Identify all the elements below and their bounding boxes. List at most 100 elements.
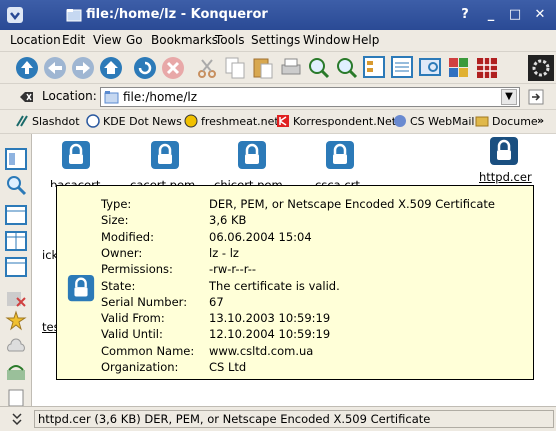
tooltip-label: Size: <box>101 213 129 228</box>
bookmark-star-icon[interactable] <box>5 310 27 332</box>
certificate-icon <box>67 274 95 302</box>
menu-view[interactable]: View <box>93 33 121 47</box>
folder-icon <box>66 9 82 22</box>
minimize-button[interactable]: _ <box>482 6 500 24</box>
menu-bookmarks[interactable]: Bookmarks <box>151 33 218 47</box>
tooltip-value: www.csltd.com.ua <box>209 343 314 358</box>
throbber-icon <box>528 55 554 81</box>
tooltip-label: Organization: <box>101 360 179 374</box>
bookmarks-overflow-icon[interactable]: » <box>537 114 544 127</box>
maximize-button[interactable]: □ <box>506 6 524 24</box>
korrespondent-icon <box>277 115 289 127</box>
preview-icon[interactable] <box>418 55 444 81</box>
bookmark-label: CS WebMail <box>410 115 475 128</box>
bookmark-korrespondent[interactable]: Korrespondent.Net <box>276 114 396 128</box>
copy-icon[interactable] <box>222 55 248 81</box>
navigation-sidebar <box>0 134 32 408</box>
certificate-icon[interactable] <box>237 140 267 172</box>
tooltip-value: DER, PEM, or Netscape Encoded X.509 Cert… <box>209 197 495 211</box>
title-bar[interactable]: file:/home/lz - Konqueror ? _ □ ✕ <box>0 0 556 30</box>
tooltip-value: CS Ltd <box>209 360 247 374</box>
certificate-icon[interactable] <box>150 140 180 172</box>
menu-settings[interactable]: Settings <box>251 33 300 47</box>
split-horizontal-icon[interactable] <box>5 256 27 278</box>
reload-icon[interactable] <box>132 55 158 81</box>
zoom-out-icon[interactable] <box>334 55 360 81</box>
file-info-tooltip: Type: DER, PEM, or Netscape Encoded X.509… <box>56 185 534 380</box>
tooltip-value: 06.06.2004 15:04 <box>209 229 312 244</box>
certificate-icon-selected[interactable] <box>489 136 519 168</box>
bookmark-cs-webmail[interactable]: CS WebMail <box>393 114 475 128</box>
go-icon[interactable] <box>528 89 544 105</box>
tooltip-label: Valid Until: <box>101 327 163 342</box>
tooltip-value: lz - lz <box>209 245 239 260</box>
stop-icon[interactable] <box>160 55 186 81</box>
tooltip-value: 67 <box>209 294 224 309</box>
icon-view-icon[interactable] <box>362 55 388 81</box>
bookmark-freshmeat[interactable]: freshmeat.net <box>184 114 279 128</box>
bookmark-label: Korrespondent.Net <box>293 115 397 128</box>
menu-edit[interactable]: Edit <box>62 33 85 47</box>
search-icon[interactable] <box>5 174 27 196</box>
certificate-icon[interactable] <box>325 140 355 172</box>
tooltip-label: Common Name: <box>101 343 195 358</box>
paste-icon[interactable] <box>250 55 276 81</box>
forward-icon[interactable] <box>70 55 96 81</box>
bookmark-kde-dot-news[interactable]: KDE Dot News <box>86 114 182 128</box>
remove-view-icon[interactable] <box>5 288 27 310</box>
folder-icon <box>475 116 489 127</box>
menu-tools[interactable]: Tools <box>215 33 245 47</box>
up-icon[interactable] <box>14 55 40 81</box>
file-name-httpd[interactable]: httpd.cer <box>479 170 532 184</box>
trash-icon[interactable] <box>5 386 27 408</box>
bookmark-label: Docume <box>492 115 538 128</box>
tooltip-label: Permissions: <box>101 262 173 277</box>
tooltip-value: 12.10.2004 10:59:19 <box>209 327 331 342</box>
location-dropdown-button[interactable]: ▼ <box>501 89 517 105</box>
window-menu-icon[interactable] <box>6 6 24 24</box>
help-button[interactable]: ? <box>456 6 474 24</box>
tooltip-label: Modified: <box>101 229 154 244</box>
bookmark-documents[interactable]: Docume <box>475 114 538 128</box>
bookmark-label: Slashdot <box>32 115 80 128</box>
home-icon[interactable] <box>98 55 124 81</box>
slashdot-icon <box>16 115 28 127</box>
close-button[interactable]: ✕ <box>531 6 549 24</box>
file-view[interactable]: bacacert.pem cacert.pem chicert.pem csca… <box>33 134 556 406</box>
bookmarks-toolbar: Slashdot KDE Dot News freshmeat.net Korr… <box>0 110 556 134</box>
cloud-icon[interactable] <box>5 336 27 358</box>
status-text: httpd.cer (3,6 KB) DER, PEM, or Netscape… <box>34 410 554 428</box>
cut-icon[interactable] <box>194 55 220 81</box>
zoom-in-icon[interactable] <box>306 55 332 81</box>
main-toolbar <box>0 52 556 84</box>
back-icon[interactable] <box>42 55 68 81</box>
tooltip-label: State: <box>101 278 136 293</box>
freshmeat-icon <box>184 114 198 128</box>
folder-icon <box>104 91 119 104</box>
bookmark-slashdot[interactable]: Slashdot <box>15 114 80 128</box>
location-input[interactable]: file:/home/lz ▼ <box>100 87 520 107</box>
clear-location-icon[interactable] <box>18 89 34 105</box>
single-view-icon[interactable] <box>5 204 27 226</box>
tooltip-value: 13.10.2003 10:59:19 <box>209 311 331 326</box>
detailed-view-icon[interactable] <box>390 55 416 81</box>
print-icon[interactable] <box>278 55 304 81</box>
certificate-icon[interactable] <box>61 140 91 172</box>
tooltip-label: Type: <box>101 197 132 211</box>
menu-go[interactable]: Go <box>126 33 143 47</box>
history-icon[interactable] <box>5 362 27 384</box>
bookmark-label: KDE Dot News <box>103 115 182 128</box>
kde-icon <box>86 114 100 128</box>
konsole-icon[interactable] <box>446 55 472 81</box>
menu-help[interactable]: Help <box>352 33 379 47</box>
tooltip-label: Valid From: <box>101 311 165 326</box>
navigation-panel-icon[interactable] <box>5 148 27 170</box>
location-label: Location: <box>42 89 97 103</box>
split-view-icon[interactable] <box>474 55 500 81</box>
menu-location[interactable]: Location <box>10 33 61 47</box>
menu-window[interactable]: Window <box>303 33 350 47</box>
menu-bar: Location Edit View Go Bookmarks Tools Se… <box>0 30 556 52</box>
split-vertical-icon[interactable] <box>5 230 27 252</box>
expand-icon[interactable] <box>10 411 24 427</box>
window-title: file:/home/lz - Konqueror <box>86 7 268 22</box>
